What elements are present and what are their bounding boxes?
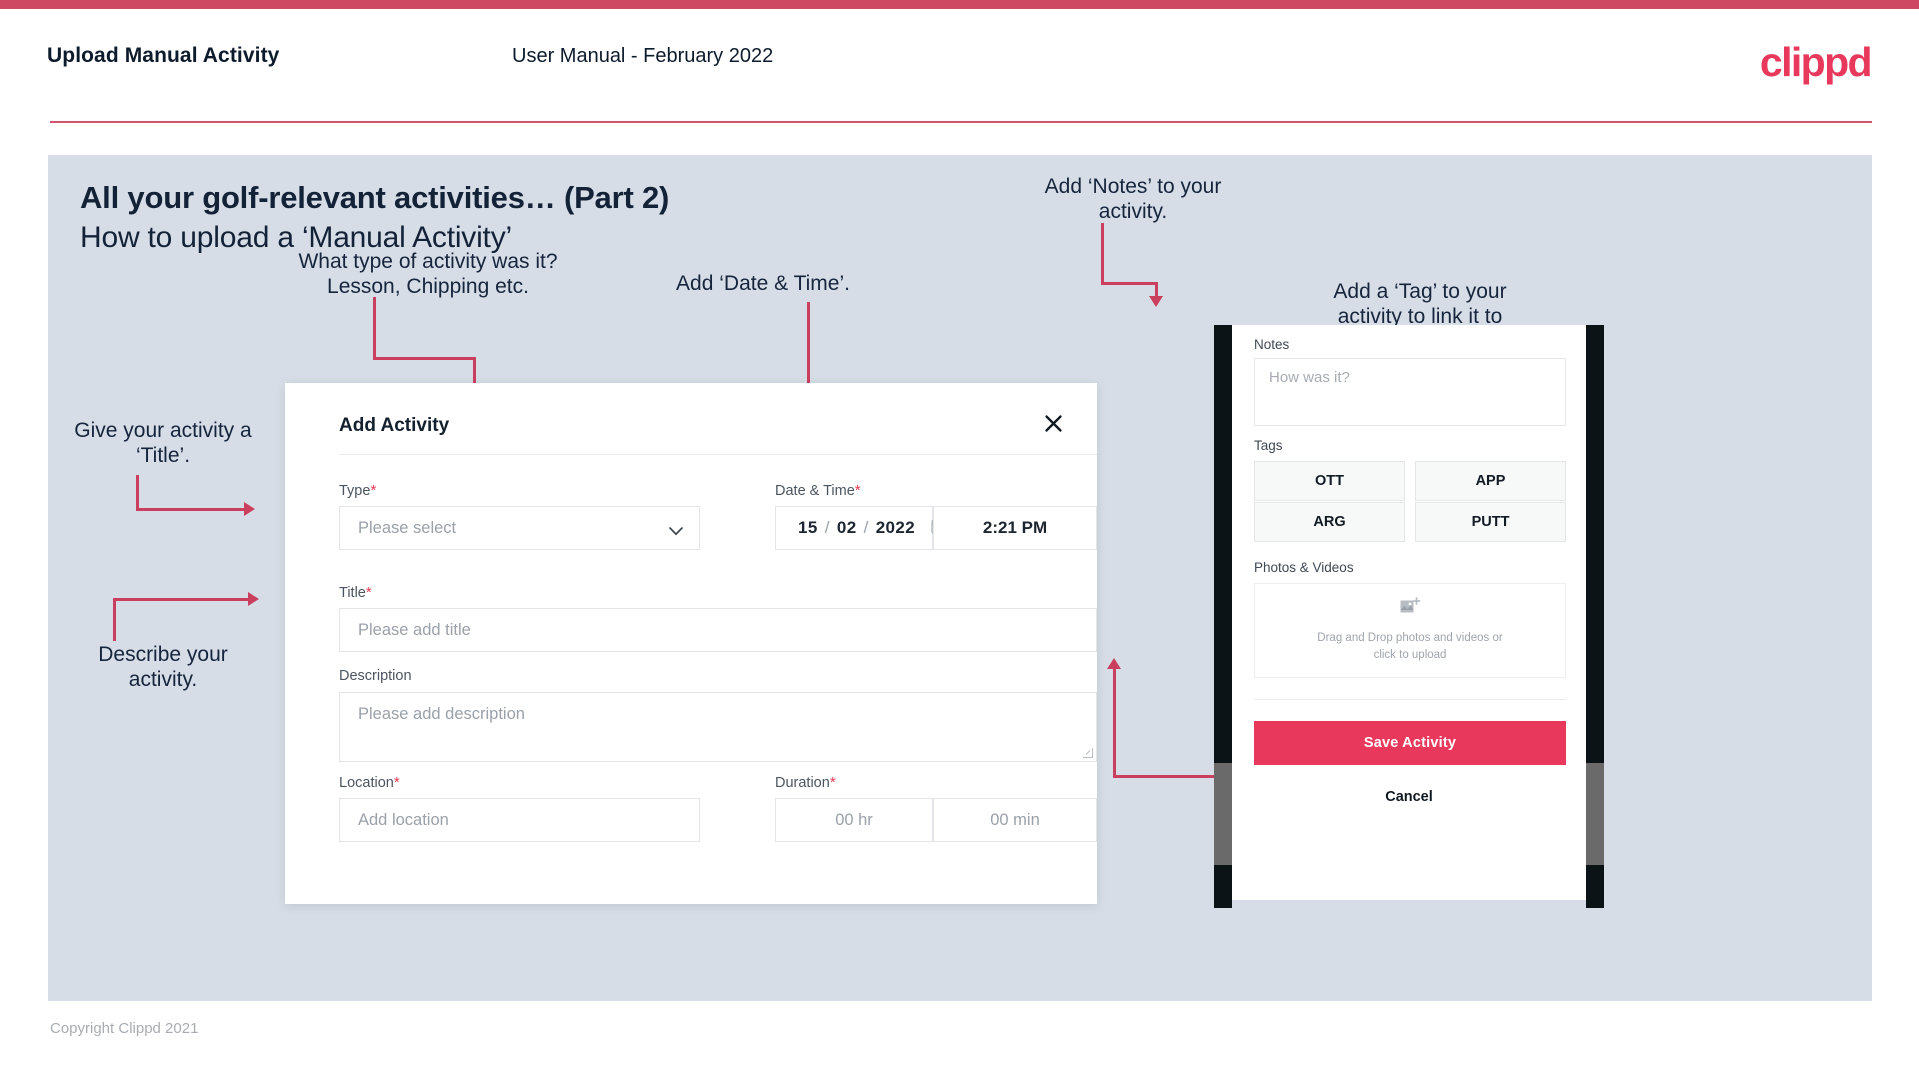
title-input-placeholder: Please add title xyxy=(358,620,471,639)
slide-title: All your golf-relevant activities… (Part… xyxy=(80,180,670,215)
phone-bezel-left xyxy=(1214,325,1232,908)
dropzone-text: Drag and Drop photos and videos or click… xyxy=(1317,632,1503,661)
date-value: 15 / 02 / 2022 xyxy=(776,517,946,539)
datetime-required-asterisk: * xyxy=(854,482,861,499)
save-activity-button[interactable]: Save Activity xyxy=(1254,721,1566,765)
top-accent-bar xyxy=(0,0,1919,9)
connector-notes-v1 xyxy=(1101,223,1104,285)
title-label-text: Title xyxy=(339,585,366,601)
location-input[interactable]: Add location xyxy=(339,798,700,842)
photos-videos-label: Photos & Videos xyxy=(1254,560,1354,575)
connector-title-v xyxy=(136,475,139,511)
time-value: 2:21 PM xyxy=(982,518,1048,537)
tag-label-ott: OTT xyxy=(1315,473,1344,489)
tag-label-arg: ARG xyxy=(1313,514,1346,530)
connector-save-v xyxy=(1113,668,1116,778)
photo-upload-dropzone[interactable]: Drag and Drop photos and videos or click… xyxy=(1254,583,1566,678)
add-image-icon xyxy=(1399,597,1421,622)
description-placeholder: Please add description xyxy=(358,705,525,723)
tag-label-putt: PUTT xyxy=(1471,514,1510,530)
tag-button-ott[interactable]: OTT xyxy=(1254,461,1405,501)
date-sep-1: / xyxy=(824,518,830,537)
tag-button-putt[interactable]: PUTT xyxy=(1415,502,1566,542)
connector-save-arrow xyxy=(1107,658,1121,669)
phone-bezel-right xyxy=(1586,325,1604,908)
date-month: 02 xyxy=(836,518,857,537)
page-title: Upload Manual Activity xyxy=(47,44,280,67)
tag-button-app[interactable]: APP xyxy=(1415,461,1566,501)
connector-notes-arrow xyxy=(1149,296,1163,307)
annotation-type: What type of activity was it? Lesson, Ch… xyxy=(298,250,558,298)
phone-divider xyxy=(1254,699,1566,700)
duration-hours-input[interactable]: 00 hr xyxy=(775,798,933,842)
notes-label: Notes xyxy=(1254,337,1290,352)
header-subtitle: User Manual - February 2022 xyxy=(512,45,774,67)
add-activity-dialog: Add Activity Type* Please select Date & … xyxy=(285,383,1097,904)
phone-scrollbar-left xyxy=(1214,763,1232,865)
connector-title-h xyxy=(136,508,246,511)
date-year: 2022 xyxy=(875,518,916,537)
connector-type-h xyxy=(373,357,476,360)
clippd-logo: clippd xyxy=(1759,39,1873,85)
title-input[interactable]: Please add title xyxy=(339,608,1097,652)
datetime-label: Date & Time* xyxy=(775,482,861,499)
title-label: Title* xyxy=(339,584,372,601)
connector-type-v1 xyxy=(373,297,376,360)
duration-label: Duration* xyxy=(775,774,836,791)
time-input[interactable]: 2:21 PM xyxy=(933,506,1097,550)
connector-title-arrow xyxy=(244,502,255,516)
annotation-description: Describe your activity. xyxy=(98,643,228,691)
dialog-title: Add Activity xyxy=(339,415,450,436)
close-icon[interactable] xyxy=(1035,405,1071,441)
date-input[interactable]: 15 / 02 / 2022 xyxy=(775,506,946,550)
duration-minutes-placeholder: 00 min xyxy=(990,810,1040,829)
notes-textarea[interactable]: How was it? xyxy=(1254,358,1566,426)
duration-label-text: Duration xyxy=(775,775,830,791)
title-required-asterisk: * xyxy=(365,584,372,601)
connector-desc-v xyxy=(113,598,116,641)
datetime-label-text: Date & Time xyxy=(775,483,855,499)
annotation-datetime: Add ‘Date & Time’. xyxy=(676,272,850,295)
phone-scrollbar-right xyxy=(1586,763,1604,865)
slide-root: Upload Manual Activity User Manual - Feb… xyxy=(0,0,1919,1079)
cancel-button[interactable]: Cancel xyxy=(1232,780,1586,814)
type-select[interactable]: Please select xyxy=(339,506,700,550)
location-required-asterisk: * xyxy=(393,774,400,791)
connector-desc-arrow xyxy=(248,592,259,606)
description-label-text: Description xyxy=(339,668,412,684)
phone-screen: Notes How was it? Tags OTT APP ARG PUTT … xyxy=(1232,325,1586,900)
description-textarea[interactable]: Please add description xyxy=(339,692,1097,762)
chevron-down-icon xyxy=(669,522,683,536)
description-label: Description xyxy=(339,668,412,684)
connector-desc-h xyxy=(113,598,250,601)
connector-notes-h xyxy=(1101,282,1158,285)
location-input-placeholder: Add location xyxy=(358,810,449,829)
notes-placeholder: How was it? xyxy=(1269,369,1350,386)
phone-mockup: Notes How was it? Tags OTT APP ARG PUTT … xyxy=(1214,325,1604,908)
type-label-text: Type xyxy=(339,483,371,499)
header-divider xyxy=(50,121,1872,123)
tag-button-arg[interactable]: ARG xyxy=(1254,502,1405,542)
location-label-text: Location xyxy=(339,775,394,791)
duration-required-asterisk: * xyxy=(829,774,836,791)
tags-label: Tags xyxy=(1254,438,1283,453)
type-label: Type* xyxy=(339,482,376,499)
footer-copyright: Copyright Clippd 2021 xyxy=(50,1020,199,1037)
type-required-asterisk: * xyxy=(370,482,377,499)
date-day: 15 xyxy=(798,518,818,537)
dialog-divider xyxy=(339,454,1097,455)
annotation-notes: Add ‘Notes’ to your activity. xyxy=(1044,175,1222,223)
connector-notes-v2 xyxy=(1155,282,1158,297)
duration-hours-placeholder: 00 hr xyxy=(835,810,873,829)
type-select-placeholder: Please select xyxy=(358,518,457,537)
annotation-title: Give your activity a ‘Title’. xyxy=(74,419,252,467)
date-sep-2: / xyxy=(863,518,869,537)
location-label: Location* xyxy=(339,774,400,791)
resize-handle-icon[interactable] xyxy=(1083,748,1093,758)
tag-label-app: APP xyxy=(1475,473,1506,489)
duration-minutes-input[interactable]: 00 min xyxy=(933,798,1097,842)
